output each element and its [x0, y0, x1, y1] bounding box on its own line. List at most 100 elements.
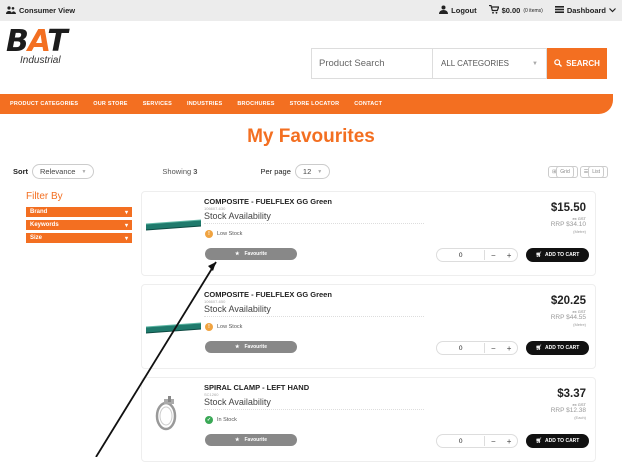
consumer-view-link[interactable]: Consumer View [6, 5, 76, 16]
logo-subtitle: Industrial [20, 55, 61, 66]
cart-total: $0.00 [501, 6, 521, 15]
filter-keywords[interactable]: Keywords ▾ [26, 220, 132, 230]
star-icon: ★ [235, 437, 240, 443]
grid-view-button[interactable]: ⊞ Grid [548, 165, 578, 178]
quantity-input[interactable]: 0 [437, 252, 484, 259]
stock-status: ! Low Stock [205, 323, 242, 331]
product-image-clamp[interactable] [146, 396, 201, 431]
favourite-button[interactable]: ★ Favourite [205, 434, 297, 446]
per-page-value: 12 [302, 167, 312, 176]
nav-item-our-store[interactable]: OUR STORE [93, 101, 127, 107]
sort-bar: Sort Relevance ▼ Showing 3 Per page 12 ▼… [13, 162, 608, 181]
add-to-cart-button[interactable]: 🛒︎ ADD TO CART [526, 248, 589, 262]
logout-label: Logout [451, 6, 477, 15]
chevron-down-icon: ▼ [81, 168, 87, 175]
product-image-hose[interactable] [145, 303, 202, 335]
cart-items: (0 items) [523, 7, 543, 14]
stock-availability-label: Stock Availability [204, 304, 271, 314]
search-button[interactable]: SEARCH [547, 48, 607, 79]
stock-status: ! Low Stock [205, 230, 242, 238]
star-icon: ★ [235, 344, 240, 350]
divider [204, 409, 424, 410]
rrp-price: RRP $34.10 [550, 221, 586, 228]
filter-panel: Filter By Brand ▾ Keywords ▾ Size ▾ [26, 191, 132, 246]
product-name[interactable]: SPIRAL CLAMP - LEFT HAND [204, 383, 309, 392]
nav-item-services[interactable]: SERVICES [143, 101, 172, 107]
sort-select-value: Relevance [40, 167, 76, 176]
product-name[interactable]: COMPOSITE - FUELFLEX GG Green [204, 197, 332, 206]
filter-brand[interactable]: Brand ▾ [26, 207, 132, 217]
cart-icon: 🛒︎ [535, 252, 542, 258]
site-header: BAT Industrial Product Search ALL CATEGO… [0, 21, 622, 81]
cart-icon: 🛒︎ [535, 345, 542, 351]
top-bar: Consumer View Logout $0.00 (0 items) Das… [0, 0, 622, 21]
dashboard-menu[interactable]: Dashboard [554, 6, 616, 15]
stock-availability-label: Stock Availability [204, 211, 271, 221]
product-card: COMPOSITE - FUELFLEX GG Green 106607-650… [141, 284, 596, 369]
search-input[interactable]: Product Search [311, 48, 432, 79]
user-icon [439, 5, 449, 16]
users-icon [6, 5, 16, 16]
nav-item-industries[interactable]: INDUSTRIES [187, 101, 222, 107]
filter-size[interactable]: Size ▾ [26, 233, 132, 243]
add-to-cart-button[interactable]: 🛒︎ ADD TO CART [526, 341, 589, 355]
decrement-button[interactable]: − [485, 437, 501, 446]
cart-link[interactable]: $0.00 (0 items) [488, 4, 543, 16]
increment-button[interactable]: + [501, 251, 517, 260]
price-unit: (Each) [574, 415, 586, 420]
product-price: $15.50 [550, 202, 586, 214]
search-icon [554, 58, 563, 69]
favourite-button[interactable]: ★ Favourite [205, 341, 297, 353]
warning-icon: ! [205, 323, 213, 331]
rrp-price: RRP $44.55 [550, 314, 586, 321]
site-logo[interactable]: BAT Industrial [6, 27, 68, 67]
product-image-hose[interactable] [145, 210, 202, 242]
nav-item-store-locator[interactable]: STORE LOCATOR [290, 101, 340, 107]
consumer-view-label: Consumer View [19, 6, 76, 15]
nav-item-product-categories[interactable]: PRODUCT CATEGORIES [10, 101, 78, 107]
chevron-down-icon [609, 6, 616, 15]
warning-icon: ! [205, 230, 213, 238]
page-title: My Favourites [247, 126, 375, 147]
logout-link[interactable]: Logout [439, 5, 477, 16]
increment-button[interactable]: + [501, 344, 517, 353]
dashboard-label: Dashboard [566, 6, 606, 15]
main-nav: PRODUCT CATEGORIES OUR STORE SERVICES IN… [0, 94, 613, 114]
rrp-price: RRP $12.38 [550, 407, 586, 414]
category-select[interactable]: ALL CATEGORIES ▼ [432, 48, 547, 79]
nav-item-contact[interactable]: CONTACT [354, 101, 382, 107]
chevron-down-icon: ▾ [124, 235, 128, 242]
quantity-stepper: 0 − + [436, 434, 518, 448]
decrement-button[interactable]: − [485, 344, 501, 353]
star-icon: ★ [235, 251, 240, 257]
per-page-select[interactable]: 12 ▼ [294, 164, 331, 179]
search-button-label: SEARCH [566, 59, 600, 68]
stock-availability-label: Stock Availability [204, 397, 271, 407]
price-unit: (Metre) [573, 229, 586, 234]
sort-label: Sort [13, 167, 28, 176]
quantity-stepper: 0 − + [436, 248, 518, 262]
favourite-button[interactable]: ★ Favourite [205, 248, 297, 260]
price-unit: (Metre) [573, 322, 586, 327]
list-view-button[interactable]: ☰ List [579, 165, 608, 178]
view-toggle: ⊞ Grid ☰ List [548, 165, 608, 178]
filter-title: Filter By [26, 191, 63, 202]
increment-button[interactable]: + [501, 437, 517, 446]
add-to-cart-button[interactable]: 🛒︎ ADD TO CART [526, 434, 589, 448]
chevron-down-icon: ▼ [317, 168, 323, 175]
product-card: SPIRAL CLAMP - LEFT HAND SC1260 Stock Av… [141, 377, 596, 462]
cart-icon: 🛒︎ [535, 438, 542, 444]
cart-icon [488, 4, 500, 16]
stock-status: ✓ In Stock [205, 416, 237, 424]
quantity-input[interactable]: 0 [437, 438, 484, 445]
divider [204, 223, 424, 224]
nav-item-brochures[interactable]: BROCHURES [237, 101, 274, 107]
quantity-stepper: 0 − + [436, 341, 518, 355]
divider [204, 316, 424, 317]
product-name[interactable]: COMPOSITE - FUELFLEX GG Green [204, 290, 332, 299]
quantity-input[interactable]: 0 [437, 345, 484, 352]
sort-select[interactable]: Relevance ▼ [32, 164, 95, 179]
decrement-button[interactable]: − [485, 251, 501, 260]
search-bar: Product Search ALL CATEGORIES ▼ SEARCH [311, 48, 607, 79]
chevron-down-icon: ▾ [124, 209, 128, 216]
